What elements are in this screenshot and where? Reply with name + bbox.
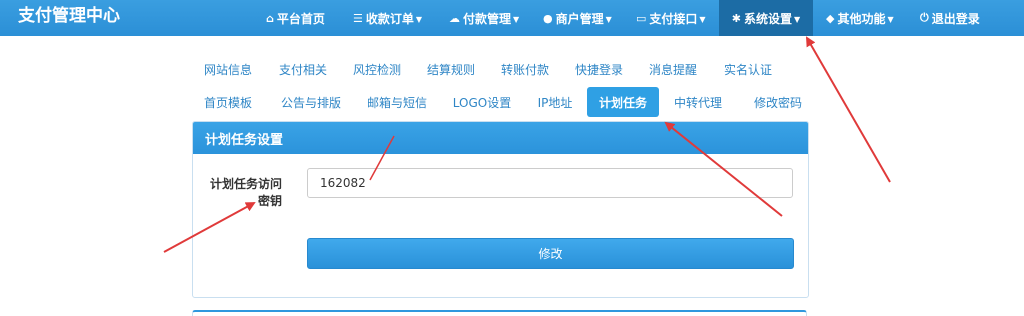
nav-item-home[interactable]: ⌂ 平台首页 xyxy=(266,0,325,36)
nav-item-pay-interface[interactable]: ▭ 支付接口 ▼ xyxy=(636,0,706,36)
top-navbar: 支付管理中心 ⌂ 平台首页 ☰ 收款订单 ▼ ☁ 付款管理 ▼ ● 商户管理 ▼… xyxy=(0,0,1024,36)
submit-button[interactable]: 修改 xyxy=(307,238,794,269)
nav-item-other[interactable]: ◆ 其他功能 ▼ xyxy=(826,0,894,36)
panel-title: 计划任务设置 xyxy=(193,122,808,154)
nav-item-logout[interactable]: ⏻ 退出登录 xyxy=(920,0,980,36)
cloud-icon: ☁ xyxy=(449,11,460,25)
nav-item-label: 退出登录 xyxy=(931,11,980,26)
nav-item-label: 付款管理 xyxy=(463,11,512,26)
caret-down-icon: ▼ xyxy=(887,14,894,24)
tab-quick-login[interactable]: 快捷登录 xyxy=(567,54,631,84)
nav-item-merchants[interactable]: ● 商户管理 ▼ xyxy=(543,0,612,36)
card-icon: ▭ xyxy=(636,11,647,25)
caret-down-icon: ▼ xyxy=(605,14,612,24)
field-label: 计划任务访问密钥 xyxy=(209,177,282,208)
tab-scheduled-tasks[interactable]: 计划任务 xyxy=(587,87,659,117)
tab-home-template[interactable]: 首页模板 xyxy=(196,87,260,117)
tab-relay-proxy[interactable]: 中转代理 xyxy=(666,87,730,117)
tab-real-name[interactable]: 实名认证 xyxy=(716,54,780,84)
power-icon: ⏻ xyxy=(920,11,929,24)
next-panel-edge xyxy=(192,310,807,316)
nav-item-label: 收款订单 xyxy=(365,11,414,26)
nav-item-label: 支付接口 xyxy=(649,11,698,26)
nav-item-system-settings[interactable]: ✱ 系统设置 ▼ xyxy=(719,0,813,36)
tab-email-sms[interactable]: 邮箱与短信 xyxy=(360,87,434,117)
tab-change-password[interactable]: 修改密码 xyxy=(742,87,814,117)
tab-ip-address[interactable]: IP地址 xyxy=(527,87,583,117)
caret-down-icon: ▼ xyxy=(415,14,423,24)
tab-logo[interactable]: LOGO设置 xyxy=(446,87,518,117)
gear-icon: ✱ xyxy=(731,11,742,25)
caret-down-icon: ▼ xyxy=(513,14,520,24)
caret-down-icon: ▼ xyxy=(699,14,706,24)
tab-risk-control[interactable]: 风控检测 xyxy=(345,54,409,84)
settings-panel: 计划任务设置 xyxy=(192,121,809,298)
tab-transfer[interactable]: 转账付款 xyxy=(493,54,557,84)
nav-item-label: 系统设置 xyxy=(744,11,793,26)
tab-notifications[interactable]: 消息提醒 xyxy=(641,54,705,84)
nav-item-label: 平台首页 xyxy=(276,11,325,26)
tab-settlement[interactable]: 结算规则 xyxy=(419,54,483,84)
nav-item-orders[interactable]: ☰ 收款订单 ▼ xyxy=(353,0,422,36)
list-icon: ☰ xyxy=(353,11,363,25)
arrow-to-system-settings xyxy=(806,36,891,183)
nav-item-label: 商户管理 xyxy=(555,11,604,26)
tab-announcement[interactable]: 公告与排版 xyxy=(274,87,348,117)
nav-item-label: 其他功能 xyxy=(837,11,886,26)
tab-payment[interactable]: 支付相关 xyxy=(271,54,335,84)
cron-key-input[interactable] xyxy=(307,168,793,198)
cube-icon: ◆ xyxy=(826,11,835,25)
caret-down-icon: ▼ xyxy=(794,14,801,24)
brand-title[interactable]: 支付管理中心 xyxy=(18,6,120,26)
nav-item-payout[interactable]: ☁ 付款管理 ▼ xyxy=(449,0,519,36)
tab-site-info[interactable]: 网站信息 xyxy=(196,54,260,84)
user-icon: ● xyxy=(543,11,553,25)
home-icon: ⌂ xyxy=(266,11,274,25)
